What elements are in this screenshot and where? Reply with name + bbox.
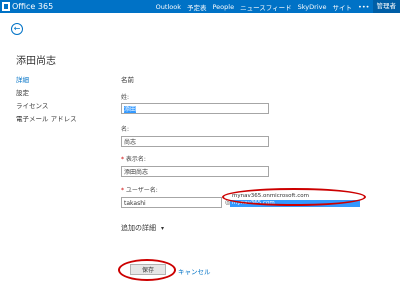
last-name-value: 添田 <box>124 106 137 113</box>
more-details-label: 追加の詳細 <box>121 224 156 232</box>
user-name-label: * ユーザー名: <box>121 185 158 194</box>
nav-calendar[interactable]: 予定表 <box>184 2 210 12</box>
sidebar-item-settings[interactable]: 設定 <box>16 87 77 100</box>
highlight-circle-save <box>118 259 176 281</box>
top-nav: Outlook 予定表 People ニュースフィード SkyDrive サイト… <box>153 0 400 13</box>
display-name-field[interactable]: 添田尚志 <box>121 166 269 177</box>
sidebar: 詳細 設定 ライセンス 電子メール アドレス <box>16 74 77 126</box>
cancel-link[interactable]: キャンセル <box>178 266 211 276</box>
nav-more[interactable]: ••• <box>355 3 373 11</box>
last-name-label: 姓: <box>121 94 130 101</box>
required-marker: * <box>121 187 124 194</box>
sidebar-item-details[interactable]: 詳細 <box>16 74 77 87</box>
display-name-label: * 表示名: <box>121 154 146 163</box>
display-name-label-text: 表示名: <box>125 156 146 163</box>
first-name-label: 名: <box>121 126 130 133</box>
nav-newsfeed[interactable]: ニュースフィード <box>237 2 295 12</box>
nav-skydrive[interactable]: SkyDrive <box>295 3 330 11</box>
top-bar: Office 365 Outlook 予定表 People ニュースフィード S… <box>0 0 400 13</box>
back-arrow-icon[interactable]: ← <box>11 23 23 35</box>
nav-people[interactable]: People <box>209 3 237 11</box>
page-title: 添田尚志 <box>16 56 56 67</box>
first-name-field[interactable]: 尚志 <box>121 136 269 147</box>
last-name-field[interactable]: 添田 <box>121 103 269 114</box>
nav-admin[interactable]: 管理者 <box>372 0 400 13</box>
sidebar-item-licenses[interactable]: ライセンス <box>16 100 77 113</box>
office365-logo[interactable]: Office 365 <box>2 1 53 12</box>
user-name-label-text: ユーザー名: <box>125 187 158 194</box>
highlight-circle-domain <box>222 188 366 206</box>
office-logo-icon <box>2 2 10 11</box>
app-name: Office 365 <box>12 2 54 11</box>
required-marker: * <box>121 156 124 163</box>
nav-outlook[interactable]: Outlook <box>153 3 184 11</box>
more-details-toggle[interactable]: 追加の詳細 ▾ <box>121 223 164 233</box>
section-title: 名前 <box>121 76 134 84</box>
chevron-down-icon: ▾ <box>161 225 165 232</box>
sidebar-item-email-addresses[interactable]: 電子メール アドレス <box>16 113 77 126</box>
user-name-field[interactable]: takashi <box>121 197 222 208</box>
nav-sites[interactable]: サイト <box>329 2 355 12</box>
